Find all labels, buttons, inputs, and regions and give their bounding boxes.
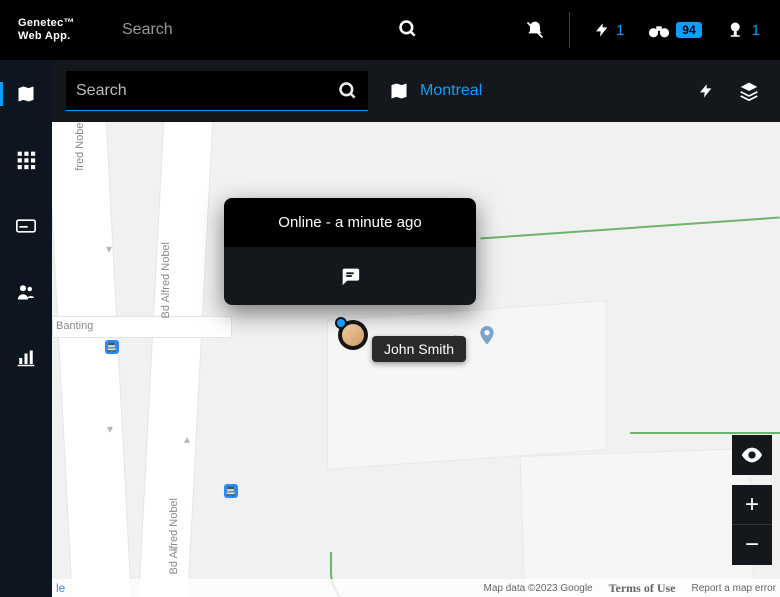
user-popup: Online - a minute ago <box>224 198 476 305</box>
map-icon <box>15 84 37 104</box>
map-attribution: le Map data ©2023 Google Terms of Use Re… <box>52 579 780 597</box>
avatar <box>342 324 364 346</box>
map-data-label: Map data ©2023 Google <box>484 583 593 594</box>
current-location-display[interactable]: Montreal <box>388 81 482 101</box>
binoculars-icon <box>648 21 670 39</box>
alerts-status[interactable]: 1 <box>594 20 624 40</box>
road-label: Bd Alfred Nobel <box>168 498 180 574</box>
search-icon[interactable] <box>338 81 358 101</box>
direction-arrow-icon: ▾ <box>107 422 113 436</box>
zoom-in-button[interactable]: + <box>732 485 772 525</box>
bolt-icon <box>594 20 610 40</box>
report-link[interactable]: Report a map error <box>692 583 776 594</box>
map-greenline <box>630 432 780 434</box>
chart-icon <box>16 349 36 367</box>
map-controls: + − <box>732 435 772 565</box>
brand-line-1: Genetec™ <box>18 17 75 29</box>
top-header: Genetec™ Web App. 1 94 1 <box>0 0 780 60</box>
bell-off-icon[interactable] <box>525 20 545 40</box>
status-dot <box>335 317 347 329</box>
map-road <box>52 122 138 597</box>
camera-count: 1 <box>752 22 760 39</box>
brand-logo: Genetec™ Web App. <box>18 17 108 43</box>
nav-credentials[interactable] <box>0 214 52 238</box>
nav-grid[interactable] <box>0 148 52 172</box>
cameras-status[interactable]: 1 <box>726 21 760 39</box>
grid-icon <box>16 150 36 170</box>
bus-stop-icon: 🚍 <box>224 484 238 498</box>
nav-people[interactable] <box>0 280 52 304</box>
road-label: Bd Alfred Nobel <box>160 242 172 318</box>
user-popup-actions <box>224 247 476 305</box>
road-label: Banting <box>56 320 93 332</box>
location-bar: Montreal <box>52 60 780 122</box>
user-pin[interactable] <box>338 320 368 350</box>
plus-icon: + <box>745 491 759 519</box>
zoom-out-button[interactable]: − <box>732 525 772 565</box>
search-icon[interactable] <box>398 19 418 39</box>
google-fragment: le <box>56 581 65 595</box>
map-greenline <box>480 217 779 240</box>
card-icon <box>16 219 36 233</box>
status-group: 1 94 1 <box>525 0 780 60</box>
map-search <box>66 71 368 111</box>
map-building <box>327 300 607 470</box>
bolt-icon[interactable] <box>698 81 714 101</box>
user-name-tag: John Smith <box>372 336 466 362</box>
chat-icon <box>339 265 361 287</box>
people-icon <box>16 283 36 301</box>
bolt-count: 1 <box>616 22 624 39</box>
visibility-toggle[interactable] <box>732 435 772 475</box>
road-label: fred Nobel <box>74 122 86 171</box>
left-rail <box>0 60 52 597</box>
map-viewport[interactable]: fred Nobel Bd Alfred Nobel Bd Alfred Nob… <box>52 122 780 597</box>
nav-maps[interactable] <box>0 82 52 106</box>
brand-line-2: Web App. <box>18 30 71 42</box>
chat-button[interactable] <box>339 265 361 287</box>
events-status[interactable]: 94 <box>648 21 701 39</box>
layers-icon[interactable] <box>738 81 760 101</box>
global-search <box>114 12 424 48</box>
poi-marker-icon <box>479 326 495 348</box>
divider <box>569 12 570 48</box>
map-search-input[interactable] <box>66 71 368 111</box>
map-icon <box>388 81 410 101</box>
nav-reports[interactable] <box>0 346 52 370</box>
direction-arrow-icon: ▾ <box>106 242 112 256</box>
eye-icon <box>741 447 763 463</box>
terms-link[interactable]: Terms of Use <box>609 581 676 596</box>
direction-arrow-icon: ▾ <box>172 542 178 556</box>
camera-icon <box>726 21 746 39</box>
binoculars-badge: 94 <box>676 22 701 38</box>
direction-arrow-icon: ▴ <box>184 432 190 446</box>
minus-icon: − <box>745 531 759 559</box>
location-bar-actions <box>698 81 766 101</box>
current-location-label: Montreal <box>420 82 482 100</box>
user-popup-status: Online - a minute ago <box>224 198 476 247</box>
bus-stop-icon: 🚍 <box>105 340 119 354</box>
global-search-input[interactable] <box>114 12 424 48</box>
